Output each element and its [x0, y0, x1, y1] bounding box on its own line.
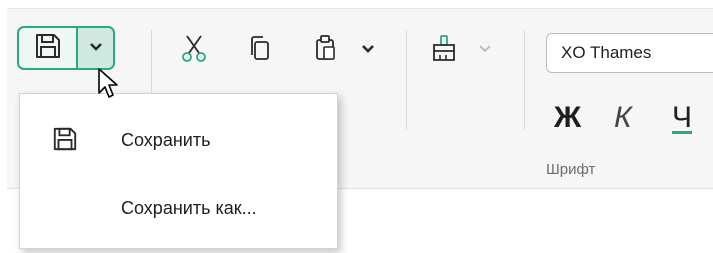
menu-item-label: Сохранить как...	[121, 198, 257, 218]
save-button[interactable]	[19, 28, 76, 68]
clipboard-icon	[312, 33, 340, 68]
chevron-down-icon	[478, 41, 492, 59]
paste-button[interactable]	[310, 34, 342, 66]
save-dropdown-button[interactable]	[78, 28, 113, 68]
chevron-down-icon	[361, 41, 375, 59]
toolbar-separator	[524, 30, 525, 130]
format-painter-dropdown-button[interactable]	[477, 40, 493, 60]
floppy-disk-icon	[50, 124, 80, 154]
menu-item-label: Сохранить	[121, 130, 211, 150]
bold-button[interactable]: Ж	[554, 100, 581, 136]
toolbar-separator	[406, 30, 407, 130]
copy-button[interactable]	[245, 34, 275, 66]
italic-button[interactable]: К	[614, 100, 632, 136]
font-group-label: Шрифт	[546, 161, 596, 178]
save-dropdown-menu: Сохранить Сохранить как...	[19, 93, 338, 249]
chevron-down-icon	[89, 39, 103, 57]
underline-button[interactable]: Ч	[672, 100, 692, 136]
font-name-select[interactable]: XO Thames	[546, 33, 713, 73]
scissors-icon	[179, 33, 209, 68]
mouse-cursor-icon	[97, 67, 123, 106]
copy-icon	[247, 33, 273, 68]
menu-item-save[interactable]: Сохранить	[20, 115, 337, 165]
floppy-disk-icon	[34, 32, 62, 65]
menu-item-save-as[interactable]: Сохранить как...	[20, 183, 337, 233]
cut-button[interactable]	[178, 34, 210, 66]
paste-dropdown-button[interactable]	[360, 40, 376, 60]
save-split-button[interactable]	[17, 26, 115, 70]
format-painter-button[interactable]	[428, 34, 460, 66]
paint-brush-icon	[430, 33, 458, 68]
